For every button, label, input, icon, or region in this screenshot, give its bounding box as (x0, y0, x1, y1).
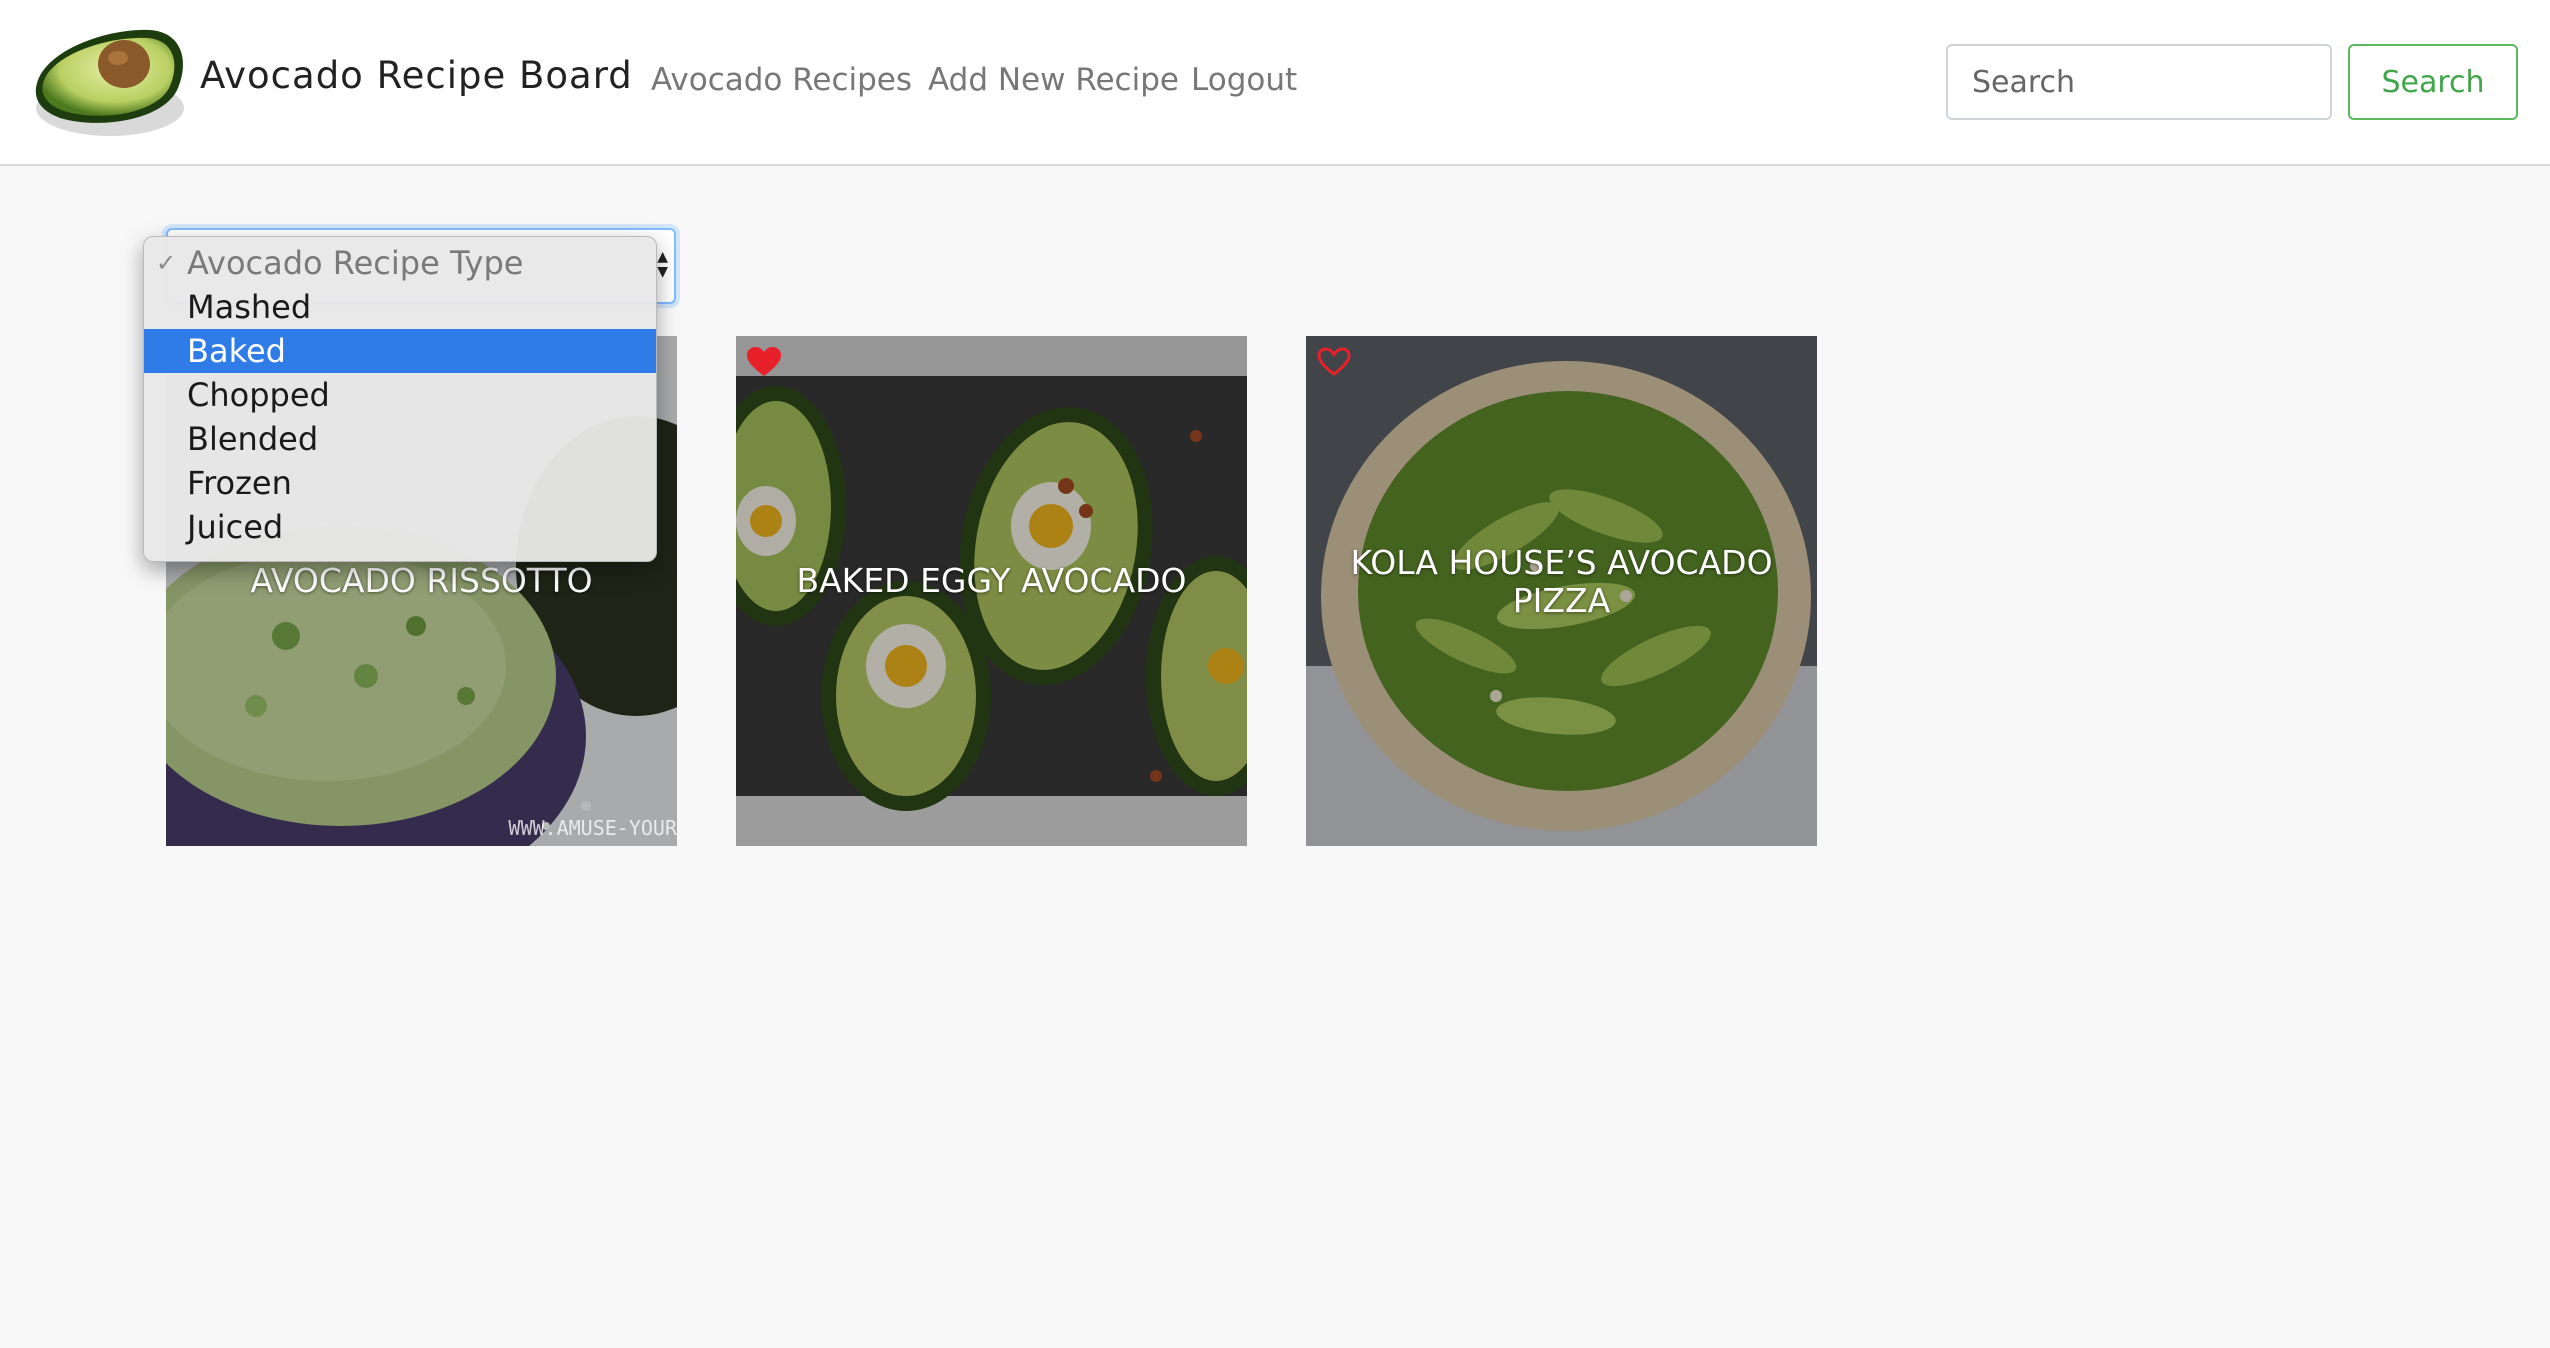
checkmark-icon: ✓ (156, 249, 177, 277)
favorite-heart-outline-icon[interactable] (1316, 346, 1352, 378)
recipe-card-baked-eggy-avocado[interactable]: Baked Eggy Avocado (736, 336, 1247, 846)
option-avocado-recipe-type[interactable]: ✓ Avocado Recipe Type (144, 241, 656, 285)
nav-link-avocado-recipes[interactable]: Avocado Recipes (651, 62, 912, 98)
option-label: Avocado Recipe Type (187, 244, 524, 282)
recipe-card-title: Avocado Rissotto (250, 561, 593, 600)
option-juiced[interactable]: Juiced (144, 505, 656, 549)
search-input[interactable] (1946, 44, 2332, 120)
recipe-card-title: Baked Eggy Avocado (796, 561, 1187, 600)
option-chopped[interactable]: Chopped (144, 373, 656, 417)
favorite-heart-filled-icon[interactable] (746, 346, 782, 378)
nav-link-add-new-recipe[interactable]: Add New Recipe (928, 62, 1179, 98)
search-button[interactable]: Search (2348, 44, 2518, 120)
recipe-card-kola-house-avocado-pizza[interactable]: Kola House’s Avocado Pizza (1306, 336, 1817, 846)
option-mashed[interactable]: Mashed (144, 285, 656, 329)
recipe-type-dropdown: ✓ Avocado Recipe Type Mashed Baked Chopp… (143, 236, 657, 562)
navbar: Avocado Recipe Board Avocado Recipes Add… (0, 0, 2550, 166)
select-arrows-icon: ▲ ▼ (657, 249, 668, 280)
avocado-logo-icon[interactable] (30, 18, 185, 143)
option-baked[interactable]: Baked (144, 329, 656, 373)
brand-title[interactable]: Avocado Recipe Board (200, 54, 633, 97)
option-frozen[interactable]: Frozen (144, 461, 656, 505)
photo-watermark: WWW.AMUSE-YOUR (508, 816, 677, 840)
option-blended[interactable]: Blended (144, 417, 656, 461)
nav-link-logout[interactable]: Logout (1191, 62, 1297, 98)
recipe-card-title: Kola House’s Avocado Pizza (1350, 543, 1773, 620)
